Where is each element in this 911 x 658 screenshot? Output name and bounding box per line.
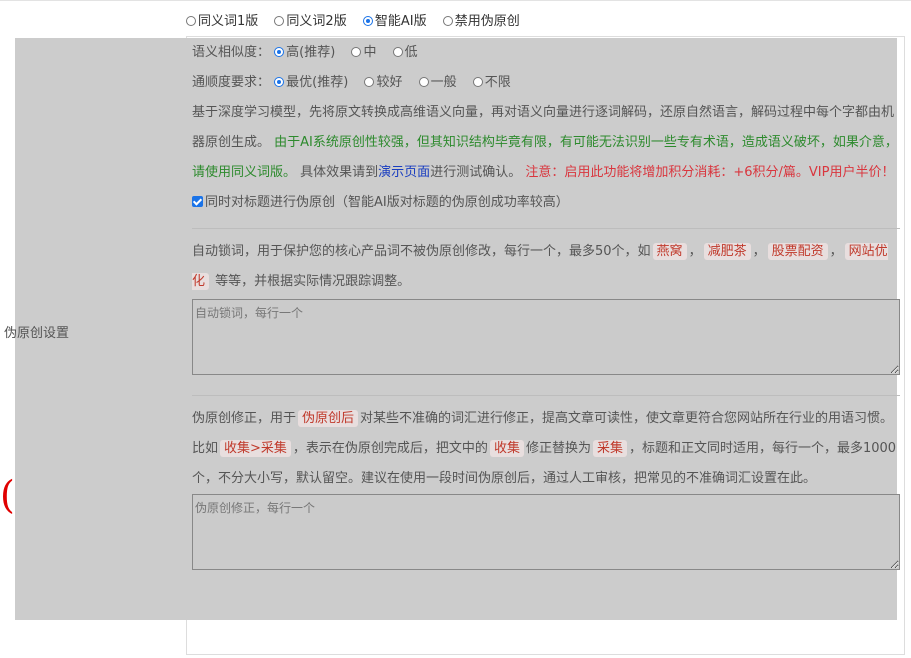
checkbox-checked-icon[interactable] [192, 196, 203, 207]
separator: ， [688, 244, 702, 259]
radio-checked-icon[interactable] [362, 16, 373, 26]
description-notice: 注意：启用此功能将增加积分消耗：+6积分/篇。VIP用户半价！ [525, 165, 895, 180]
lock-words-textarea[interactable] [192, 299, 900, 375]
top-bar: 同义词1版 同义词2版 智能AI版 禁用伪原创 [0, 0, 911, 38]
similarity-row: 语义相似度： 高(推荐) 中 低 [192, 38, 900, 68]
section-label: 伪原创设置 [4, 326, 70, 341]
keyword-tag: 股票配资 [767, 243, 828, 260]
divider [192, 228, 900, 229]
mode-option-synonym-1[interactable]: 同义词1版 [186, 14, 258, 29]
similarity-label: 语义相似度： [192, 45, 271, 60]
ai-description: 基于深度学习模型，先将原文转换成高维语义向量，再对语义向量进行逐词解码，还原自然… [192, 98, 900, 188]
radio-icon[interactable] [418, 77, 429, 87]
lock-words-suffix: 等等，并根据实际情况跟踪调整。 [215, 274, 411, 289]
similarity-medium[interactable]: 中 [351, 45, 376, 60]
red-parenthesis: ( [0, 473, 15, 517]
mode-option-disable[interactable]: 禁用伪原创 [442, 14, 520, 29]
fluency-row: 通顺度要求： 最优(推荐) 较好 一般 不限 [192, 68, 900, 98]
fluency-label: 通顺度要求： [192, 75, 271, 90]
correction-text: ，表示在伪原创完成后，把文中的 [292, 441, 488, 456]
keyword-tag: 减肥茶 [703, 243, 751, 260]
radio-icon[interactable] [442, 16, 453, 26]
correction-description: 伪原创修正，用于 伪原创后 对某些不准确的词汇进行修正，提高文章可读性，使文章更符合… [192, 404, 900, 494]
similarity-high[interactable]: 高(推荐) [274, 45, 335, 60]
correction-text: 伪原创修正，用于 [192, 411, 297, 426]
description-effect-suffix: 进行测试确认。 [430, 165, 522, 180]
keyword-tag: 伪原创后 [298, 410, 359, 427]
correction-text: 修正替换为 [525, 441, 591, 456]
radio-icon[interactable] [472, 77, 483, 87]
radio-icon[interactable] [392, 47, 403, 57]
fluency-good[interactable]: 较好 [364, 75, 402, 90]
correction-textarea[interactable] [192, 494, 900, 570]
fluency-normal[interactable]: 一般 [418, 75, 457, 90]
keyword-tag: 燕窝 [652, 243, 687, 260]
radio-icon[interactable] [351, 47, 362, 57]
lock-words-description: 自动锁词，用于保护您的核心产品词不被伪原创修改，每行一个，最多50个，如 燕窝，减… [192, 237, 900, 297]
fluency-any[interactable]: 不限 [472, 75, 511, 90]
fluency-best[interactable]: 最优(推荐) [274, 75, 348, 90]
top-divider [0, 0, 911, 1]
description-effect-prefix: 具体效果请到 [300, 165, 379, 180]
title-checkbox-label: 同时对标题进行伪原创（智能AI版对标题的伪原创成功率较高） [205, 195, 569, 210]
radio-checked-icon[interactable] [274, 47, 285, 57]
mode-option-ai[interactable]: 智能AI版 [362, 14, 427, 29]
keyword-tag: 收集>采集 [220, 440, 291, 457]
keyword-tag: 采集 [592, 440, 627, 457]
separator: ， [752, 244, 766, 259]
lock-words-intro: 自动锁词，用于保护您的核心产品词不被伪原创修改，每行一个，最多50个，如 [192, 244, 651, 259]
radio-checked-icon[interactable] [274, 77, 285, 87]
mode-radio-group: 同义词1版 同义词2版 智能AI版 禁用伪原创 [186, 10, 532, 29]
divider [192, 395, 900, 396]
ai-settings-content: 语义相似度： 高(推荐) 中 低 通顺度要求： 最优(推荐) 较好 一般 不限 … [192, 38, 900, 570]
mode-option-synonym-2[interactable]: 同义词2版 [274, 14, 347, 29]
similarity-low[interactable]: 低 [392, 45, 418, 60]
radio-icon[interactable] [364, 77, 375, 87]
title-checkbox-row[interactable]: 同时对标题进行伪原创（智能AI版对标题的伪原创成功率较高） [192, 188, 900, 218]
radio-icon[interactable] [274, 16, 285, 26]
radio-icon[interactable] [186, 16, 196, 26]
keyword-tag: 收集 [489, 440, 524, 457]
demo-page-link[interactable]: 演示页面 [378, 165, 430, 180]
separator: ， [829, 244, 843, 259]
